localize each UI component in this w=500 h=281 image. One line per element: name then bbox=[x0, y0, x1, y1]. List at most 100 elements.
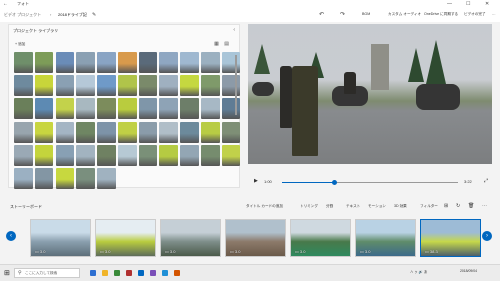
media-thumbnail[interactable] bbox=[180, 121, 199, 143]
media-thumbnail[interactable] bbox=[34, 52, 54, 73]
taskbar-app-icon[interactable] bbox=[102, 270, 108, 276]
text-button[interactable]: テキスト bbox=[346, 204, 360, 209]
media-thumbnail[interactable] bbox=[221, 52, 241, 73]
media-thumbnail[interactable] bbox=[97, 75, 116, 97]
media-thumbnail[interactable] bbox=[97, 144, 116, 166]
breadcrumb-root[interactable]: ビデオ プロジェクト bbox=[4, 12, 41, 18]
media-thumbnail[interactable] bbox=[55, 52, 75, 73]
media-thumbnail[interactable] bbox=[117, 121, 137, 143]
media-thumbnail[interactable] bbox=[180, 144, 199, 166]
media-thumbnail[interactable] bbox=[34, 75, 54, 97]
system-tray[interactable]: ∧ ㇰ 🔊 あ bbox=[410, 269, 427, 274]
storyboard-clip[interactable]: ▭ 3.0 bbox=[355, 219, 416, 257]
storyboard-clip[interactable]: ▭ 3.0 bbox=[95, 219, 156, 257]
project-name[interactable]: 2018ドライブ記 bbox=[58, 12, 87, 18]
media-thumbnail[interactable] bbox=[97, 121, 116, 143]
search-input[interactable]: ⚲ ここに入力して検索 bbox=[14, 268, 80, 278]
media-thumbnail[interactable] bbox=[201, 52, 220, 73]
taskbar-app-icon[interactable] bbox=[150, 270, 156, 276]
taskbar-app-icon[interactable] bbox=[114, 270, 120, 276]
storyboard-clip[interactable]: ▭ 3.0 bbox=[225, 219, 286, 257]
library-scrollbar[interactable] bbox=[235, 55, 237, 115]
media-thumbnail[interactable] bbox=[159, 52, 179, 73]
media-thumbnail[interactable] bbox=[76, 144, 95, 166]
bgm-button[interactable]: BGM bbox=[362, 12, 370, 16]
media-thumbnail[interactable] bbox=[180, 52, 199, 73]
redo-icon[interactable]: ↷ bbox=[340, 11, 345, 18]
scroll-left-icon[interactable]: ‹ bbox=[6, 231, 16, 241]
media-thumbnail[interactable] bbox=[138, 144, 158, 166]
scroll-right-icon[interactable]: › bbox=[482, 231, 492, 241]
taskbar-app-icon[interactable] bbox=[126, 270, 132, 276]
media-thumbnail[interactable] bbox=[97, 98, 116, 120]
seek-bar[interactable] bbox=[282, 180, 458, 185]
video-preview[interactable] bbox=[248, 24, 492, 164]
storyboard-clip[interactable]: ▭ 3.0 bbox=[290, 219, 351, 257]
media-thumbnail[interactable] bbox=[34, 167, 54, 189]
media-thumbnail[interactable] bbox=[159, 144, 179, 166]
minimize-icon[interactable]: — bbox=[447, 0, 452, 8]
media-thumbnail[interactable] bbox=[159, 98, 179, 120]
3d-effects-button[interactable]: 3D 効果 bbox=[394, 204, 407, 209]
media-thumbnail[interactable] bbox=[55, 98, 75, 120]
media-thumbnail[interactable] bbox=[180, 98, 199, 120]
taskbar-app-icon[interactable] bbox=[162, 270, 168, 276]
delete-icon[interactable]: 🗑 bbox=[468, 203, 474, 209]
maximize-icon[interactable]: ☐ bbox=[466, 0, 470, 8]
media-thumbnail[interactable] bbox=[201, 75, 220, 97]
rotate-icon[interactable]: ↻ bbox=[456, 203, 460, 209]
onedrive-sync-button[interactable]: OneDrive に同期する bbox=[424, 12, 458, 17]
media-thumbnail[interactable] bbox=[14, 75, 33, 97]
resize-icon[interactable]: ⊞ bbox=[444, 203, 448, 209]
add-media-button[interactable]: + 追加 bbox=[15, 42, 25, 47]
taskbar-app-icon[interactable] bbox=[174, 270, 180, 276]
motion-button[interactable]: モーション bbox=[368, 204, 386, 209]
media-thumbnail[interactable] bbox=[34, 121, 54, 143]
media-thumbnail[interactable] bbox=[97, 52, 116, 73]
media-thumbnail[interactable] bbox=[14, 98, 33, 120]
media-thumbnail[interactable] bbox=[14, 121, 33, 143]
media-thumbnail[interactable] bbox=[117, 52, 137, 73]
start-icon[interactable]: ⊞ bbox=[4, 269, 10, 277]
media-thumbnail[interactable] bbox=[76, 121, 95, 143]
media-thumbnail[interactable] bbox=[76, 98, 95, 120]
media-thumbnail[interactable] bbox=[14, 52, 33, 73]
add-title-card-button[interactable]: タイトル カードの追加 bbox=[246, 204, 283, 209]
media-thumbnail[interactable] bbox=[14, 167, 33, 189]
media-thumbnail[interactable] bbox=[55, 144, 75, 166]
storyboard-clip[interactable]: ▭ 3.0 bbox=[160, 219, 221, 257]
media-thumbnail[interactable] bbox=[159, 75, 179, 97]
media-thumbnail[interactable] bbox=[138, 52, 158, 73]
trim-button[interactable]: トリミング bbox=[300, 204, 318, 209]
export-video-button[interactable]: ビデオの完了 bbox=[464, 12, 486, 17]
back-icon[interactable]: ← bbox=[3, 0, 8, 8]
media-thumbnail[interactable] bbox=[221, 98, 241, 120]
seek-handle[interactable] bbox=[332, 180, 338, 185]
storyboard-clip[interactable]: ▭ 3.0 bbox=[30, 219, 91, 257]
collapse-icon[interactable]: ‹ bbox=[233, 27, 235, 33]
play-icon[interactable]: ▶ bbox=[254, 178, 258, 184]
media-thumbnail[interactable] bbox=[55, 121, 75, 143]
media-thumbnail[interactable] bbox=[221, 121, 241, 143]
media-thumbnail[interactable] bbox=[221, 144, 241, 166]
media-thumbnail[interactable] bbox=[201, 121, 220, 143]
close-icon[interactable]: ✕ bbox=[485, 0, 489, 8]
media-thumbnail[interactable] bbox=[55, 167, 75, 189]
media-thumbnail[interactable] bbox=[201, 98, 220, 120]
media-thumbnail[interactable] bbox=[138, 121, 158, 143]
filters-button[interactable]: フィルター bbox=[420, 204, 438, 209]
media-thumbnail[interactable] bbox=[76, 52, 95, 73]
undo-icon[interactable]: ↶ bbox=[319, 11, 324, 18]
split-button[interactable]: 分割 bbox=[326, 204, 333, 209]
media-thumbnail[interactable] bbox=[117, 144, 137, 166]
fullscreen-icon[interactable]: ⤢ bbox=[484, 178, 488, 184]
media-thumbnail[interactable] bbox=[180, 75, 199, 97]
media-thumbnail[interactable] bbox=[138, 75, 158, 97]
list-view-icon[interactable]: ▤ bbox=[224, 41, 229, 47]
taskbar-app-icon[interactable] bbox=[90, 270, 96, 276]
media-thumbnail[interactable] bbox=[201, 144, 220, 166]
more-options-icon[interactable]: … bbox=[492, 12, 496, 16]
media-thumbnail[interactable] bbox=[138, 98, 158, 120]
media-thumbnail[interactable] bbox=[159, 121, 179, 143]
clock[interactable]: 2018/09/04 bbox=[460, 269, 477, 273]
